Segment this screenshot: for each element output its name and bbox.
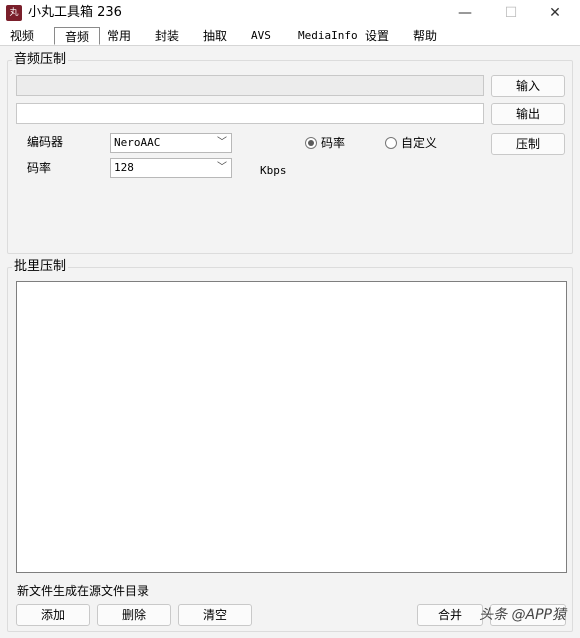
bitrate-select[interactable]: 128 ﹀: [110, 158, 232, 178]
clear-button[interactable]: 清空: [178, 604, 252, 626]
tab-mux[interactable]: 封装: [151, 27, 183, 45]
tab-audio[interactable]: 音频: [54, 27, 100, 45]
batch-file-list[interactable]: [16, 281, 567, 573]
add-button[interactable]: 添加: [16, 604, 90, 626]
tab-help[interactable]: 帮助: [409, 27, 441, 45]
delete-button[interactable]: 删除: [97, 604, 171, 626]
encoder-select-value: NeroAAC: [114, 136, 161, 149]
output-location-note: 新文件生成在源文件目录: [17, 584, 150, 598]
close-button[interactable]: ✕: [532, 0, 578, 26]
bitrate-mode-label: 码率: [321, 136, 346, 150]
bitrate-select-value: 128: [114, 161, 134, 174]
bitrate-mode-radio[interactable]: [305, 137, 317, 149]
maximize-button[interactable]: ☐: [488, 0, 534, 26]
watermark: 头条 @APP猿: [479, 607, 566, 623]
tab-video[interactable]: 视频: [6, 27, 38, 45]
tab-settings[interactable]: 设置: [361, 27, 393, 45]
input-button[interactable]: 输入: [491, 75, 565, 97]
tab-common[interactable]: 常用: [103, 27, 135, 45]
custom-mode-radio[interactable]: [385, 137, 397, 149]
encoder-label: 编码器: [27, 135, 64, 149]
merge-button[interactable]: 合并: [417, 604, 483, 626]
custom-mode-label: 自定义: [401, 136, 438, 150]
chevron-down-icon: ﹀: [217, 137, 227, 148]
output-button[interactable]: 输出: [491, 103, 565, 125]
batch-encode-group-title: 批里压制: [12, 259, 69, 274]
window-title: 小丸工具箱 236: [28, 5, 122, 20]
output-file-field[interactable]: [16, 103, 484, 124]
audio-encode-group-title: 音频压制: [12, 52, 69, 67]
tab-mediainfo[interactable]: MediaInfo: [294, 27, 362, 45]
encode-button[interactable]: 压制: [491, 133, 565, 155]
input-file-field[interactable]: [16, 75, 484, 96]
tab-extract[interactable]: 抽取: [199, 27, 231, 45]
minimize-button[interactable]: —: [442, 0, 488, 26]
chevron-down-icon: ﹀: [217, 162, 227, 173]
app-icon: 丸: [6, 5, 22, 21]
title-bar: 丸 小丸工具箱 236 — ☐ ✕: [0, 0, 580, 26]
bitrate-unit: Kbps: [260, 164, 287, 177]
tab-bar: 视频 音频 常用 封装 抽取 AVS MediaInfo 设置 帮助: [0, 26, 580, 46]
encoder-select[interactable]: NeroAAC ﹀: [110, 133, 232, 153]
bitrate-label: 码率: [27, 161, 52, 175]
tab-avs[interactable]: AVS: [247, 27, 275, 45]
